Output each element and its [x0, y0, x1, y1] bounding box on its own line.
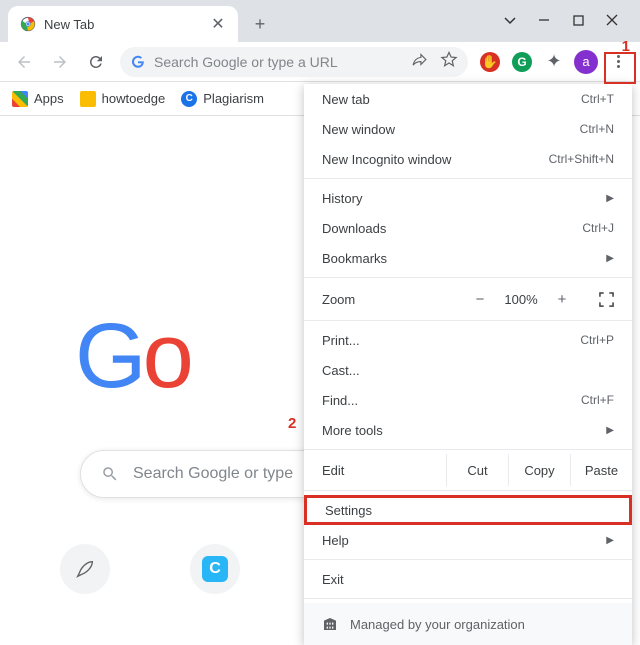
edit-copy-button[interactable]: Copy	[508, 454, 570, 486]
tab-close-icon[interactable]: ✕	[210, 16, 226, 32]
tab-title: New Tab	[44, 17, 202, 32]
search-icon	[101, 465, 119, 483]
new-tab-button[interactable]: +	[246, 10, 274, 38]
back-button[interactable]	[8, 46, 40, 78]
feather-icon	[74, 558, 96, 580]
edit-paste-button[interactable]: Paste	[570, 454, 632, 486]
menu-find[interactable]: Find...Ctrl+F	[304, 385, 632, 415]
menu-bookmarks[interactable]: Bookmarks▶	[304, 243, 632, 273]
shortcut-item[interactable]: C	[190, 544, 240, 594]
bookmark-plagiarism[interactable]: C Plagiarism	[181, 91, 264, 107]
menu-zoom: Zoom − 100% +	[304, 282, 632, 316]
avatar-letter: a	[574, 50, 598, 74]
hand-icon: ✋	[480, 52, 500, 72]
annotation-1: 1	[622, 38, 630, 55]
annotation-2: 2	[288, 415, 296, 432]
menu-new-tab[interactable]: New tabCtrl+T	[304, 84, 632, 114]
apps-grid-icon	[12, 91, 28, 107]
shortcut-item[interactable]	[60, 544, 110, 594]
omnibox-placeholder: Search Google or type a URL	[154, 54, 399, 70]
chevron-right-icon: ▶	[606, 193, 614, 204]
google-logo: Go	[75, 304, 190, 409]
edit-cut-button[interactable]: Cut	[446, 454, 508, 486]
menu-new-window[interactable]: New windowCtrl+N	[304, 114, 632, 144]
chevron-right-icon: ▶	[606, 535, 614, 546]
menu-history[interactable]: History▶	[304, 183, 632, 213]
menu-print[interactable]: Print...Ctrl+P	[304, 325, 632, 355]
bookmark-howtoedge[interactable]: howtoedge	[80, 91, 166, 107]
bookmark-label: Apps	[34, 91, 64, 106]
menu-separator	[304, 320, 632, 321]
menu-separator	[304, 178, 632, 179]
bookmark-star-icon[interactable]	[440, 50, 458, 73]
profile-avatar[interactable]: a	[572, 48, 600, 76]
zoom-in-button[interactable]: +	[546, 291, 578, 308]
close-icon[interactable]	[602, 10, 622, 30]
managed-label: Managed by your organization	[350, 617, 525, 632]
menu-downloads[interactable]: DownloadsCtrl+J	[304, 213, 632, 243]
reload-button[interactable]	[80, 46, 112, 78]
c-icon: C	[202, 556, 228, 582]
menu-separator	[304, 490, 632, 491]
bookmark-label: howtoedge	[102, 91, 166, 106]
bookmark-apps[interactable]: Apps	[12, 91, 64, 107]
menu-edit-row: Edit Cut Copy Paste	[304, 454, 632, 486]
shortcut-row: C	[60, 544, 240, 594]
menu-separator	[304, 559, 632, 560]
share-icon[interactable]	[411, 51, 428, 73]
menu-managed[interactable]: Managed by your organization	[304, 603, 632, 645]
extension-ublock[interactable]: ✋	[476, 48, 504, 76]
forward-button[interactable]	[44, 46, 76, 78]
titlebar: New Tab ✕ +	[0, 0, 640, 42]
site-icon: C	[181, 91, 197, 107]
menu-separator	[304, 277, 632, 278]
chevron-right-icon: ▶	[606, 253, 614, 264]
browser-tab[interactable]: New Tab ✕	[8, 6, 238, 42]
g-icon: G	[512, 52, 532, 72]
minimize-icon[interactable]	[534, 10, 554, 30]
zoom-value: 100%	[496, 292, 546, 307]
menu-incognito[interactable]: New Incognito windowCtrl+Shift+N	[304, 144, 632, 174]
zoom-out-button[interactable]: −	[464, 291, 496, 308]
maximize-icon[interactable]	[568, 10, 588, 30]
chrome-menu: New tabCtrl+T New windowCtrl+N New Incog…	[304, 84, 632, 645]
chrome-favicon	[20, 16, 36, 32]
menu-cast[interactable]: Cast...	[304, 355, 632, 385]
fullscreen-button[interactable]	[578, 292, 614, 307]
bookmark-label: Plagiarism	[203, 91, 264, 106]
building-icon	[322, 616, 338, 632]
menu-help[interactable]: Help▶	[304, 525, 632, 555]
chevron-down-icon[interactable]	[500, 10, 520, 30]
extension-grammarly[interactable]: G	[508, 48, 536, 76]
toolbar: Search Google or type a URL ✋ G ✦ a	[0, 42, 640, 82]
menu-settings[interactable]: Settings	[304, 495, 632, 525]
menu-more-tools[interactable]: More tools▶	[304, 415, 632, 445]
window-controls	[500, 0, 640, 30]
omnibox[interactable]: Search Google or type a URL	[120, 47, 468, 77]
menu-separator	[304, 598, 632, 599]
chevron-right-icon: ▶	[606, 425, 614, 436]
folder-icon	[80, 91, 96, 107]
menu-separator	[304, 449, 632, 450]
extensions-puzzle-icon[interactable]: ✦	[540, 48, 568, 76]
menu-exit[interactable]: Exit	[304, 564, 632, 594]
google-g-icon	[130, 54, 146, 70]
